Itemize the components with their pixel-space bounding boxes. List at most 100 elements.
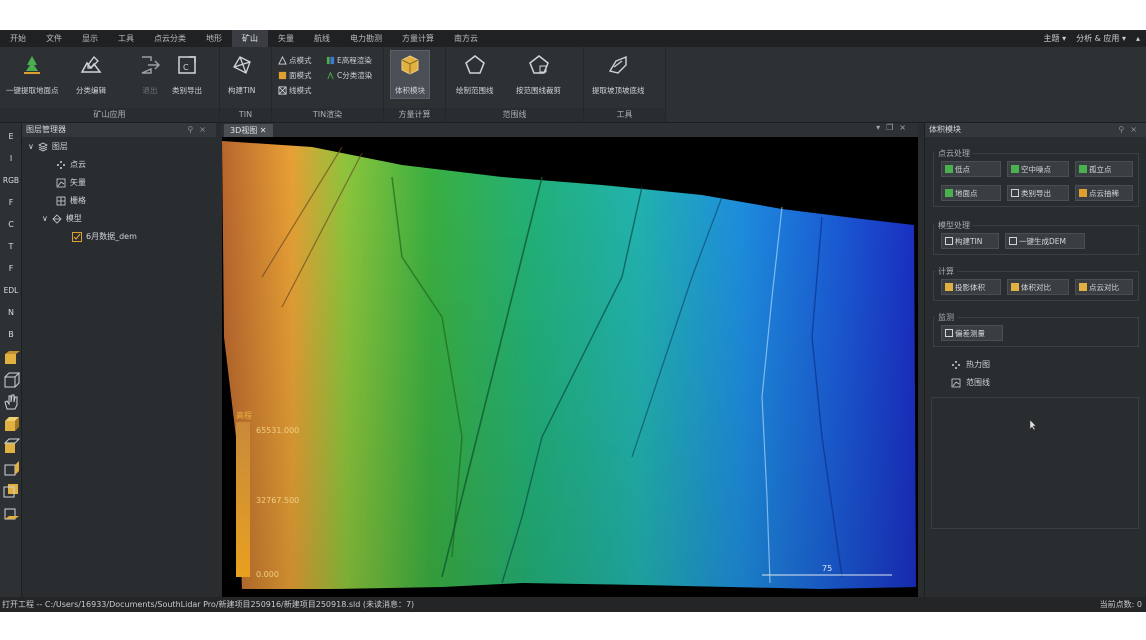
tool-elevation[interactable]: E	[2, 127, 20, 145]
face-mode-button[interactable]: 面模式	[278, 70, 312, 81]
chevron-down-icon[interactable]: ∨	[42, 214, 48, 223]
close-icon[interactable]: ✕	[260, 126, 267, 135]
tree-item-raster[interactable]: 栅格	[56, 195, 86, 206]
tree-item-pointcloud[interactable]: 点云	[56, 159, 86, 170]
cloud-compare-button[interactable]: 点云对比	[1075, 279, 1133, 295]
cube-back-icon[interactable]	[2, 481, 20, 499]
analysis-menu[interactable]: 分析 & 应用 ▾	[1076, 33, 1126, 44]
low-point-button[interactable]: 低点	[941, 161, 1001, 177]
list-item-heatmap[interactable]: 热力图	[951, 359, 990, 370]
menu-start[interactable]: 开始	[0, 30, 36, 47]
legend-title: 高程	[236, 410, 252, 420]
tool-blend[interactable]: B	[2, 325, 20, 343]
list-item-boundary[interactable]: 范围线	[951, 377, 990, 388]
tab-3d-view[interactable]: 3D视图 ✕	[224, 124, 273, 137]
menu-mine[interactable]: 矿山	[232, 30, 268, 47]
menu-tools[interactable]: 工具	[108, 30, 144, 47]
tool-flag[interactable]: F	[2, 259, 20, 277]
class-export-button[interactable]: C 类别导出	[172, 53, 202, 96]
thin-cloud-button[interactable]: 点云抽稀	[1075, 185, 1133, 201]
ribbon-group-label: 工具	[584, 108, 665, 122]
tree-root[interactable]: ∨ 图层	[28, 141, 68, 152]
tool-edl[interactable]: EDL	[2, 281, 20, 299]
cube-front-icon[interactable]	[2, 349, 20, 367]
pentagon-icon	[464, 55, 485, 74]
menu-vector[interactable]: 矢量	[268, 30, 304, 47]
classify-edit-button[interactable]: 分类编辑	[76, 53, 106, 96]
menu-cloud[interactable]: 南方云	[444, 30, 488, 47]
collapse-ribbon-button[interactable]: ▴	[1136, 34, 1140, 43]
tool-filter[interactable]: F	[2, 193, 20, 211]
tin-mesh-icon	[945, 237, 953, 245]
section-title-monitor: 监测	[935, 312, 957, 323]
section-title-point-cloud: 点云处理	[935, 148, 973, 159]
view-window-controls[interactable]: ▾❐×	[876, 123, 912, 132]
ribbon-group-tools: 提取坡顶坡底线 工具	[584, 47, 666, 123]
panel-controls[interactable]: ⚲×	[1118, 123, 1143, 137]
volume-compare-button[interactable]: 体积对比	[1007, 279, 1069, 295]
tree-item-model[interactable]: ∨ 模型	[42, 213, 82, 224]
scale-label: 75	[822, 564, 832, 573]
theme-menu[interactable]: 主题 ▾	[1044, 33, 1067, 44]
extract-ground-button[interactable]: 一键提取地面点	[6, 53, 59, 96]
tree-item-vector[interactable]: 矢量	[56, 177, 86, 188]
tree-ground-icon	[24, 56, 41, 74]
menu-terrain[interactable]: 地形	[196, 30, 232, 47]
filter-icon	[945, 165, 953, 173]
thin-icon	[1079, 189, 1087, 197]
cube-left-icon[interactable]	[2, 437, 20, 455]
draw-boundary-button[interactable]: 绘制范围线	[456, 53, 494, 96]
build-tin-button[interactable]: 构建TIN	[228, 53, 255, 96]
menu-display[interactable]: 显示	[72, 30, 108, 47]
projection-volume-button[interactable]: 投影体积	[941, 279, 1001, 295]
tool-class[interactable]: C	[2, 215, 20, 233]
elevation-render-button[interactable]: E高程渲染	[326, 55, 372, 66]
checkbox-checked-icon[interactable]	[72, 231, 82, 242]
menu-power[interactable]: 电力勘测	[340, 30, 392, 47]
clip-by-boundary-button[interactable]: 按范围线裁剪	[516, 53, 561, 96]
application-window: 开始 文件 显示 工具 点云分类 地形 矿山 矢量 航线 电力勘测 方量计算 南…	[0, 30, 1146, 612]
section-title-calc: 计算	[935, 266, 957, 277]
menu-file[interactable]: 文件	[36, 30, 72, 47]
tool-normal[interactable]: N	[2, 303, 20, 321]
class-render-button[interactable]: C分类渲染	[326, 70, 372, 81]
panel-controls[interactable]: ⚲×	[187, 123, 212, 137]
isolated-point-button[interactable]: 孤立点	[1075, 161, 1133, 177]
filter-icon	[1011, 165, 1019, 173]
ruler-icon	[945, 329, 953, 337]
elevation-legend-bar	[236, 422, 250, 577]
ground-point-button[interactable]: 地面点	[941, 185, 1001, 201]
menu-bar: 开始 文件 显示 工具 点云分类 地形 矿山 矢量 航线 电力勘测 方量计算 南…	[0, 30, 1146, 47]
cube-bottom-icon[interactable]	[2, 503, 20, 521]
chevron-down-icon[interactable]: ∨	[28, 142, 34, 151]
cube-right-icon[interactable]	[2, 459, 20, 477]
tool-intensity[interactable]: I	[2, 149, 20, 167]
tool-time[interactable]: T	[2, 237, 20, 255]
terrain-3d-view[interactable]: 高程 65531.000 32767.500 0.000 75	[222, 137, 918, 597]
line-mode-button[interactable]: 线模式	[278, 85, 312, 96]
slope-line-icon	[609, 55, 627, 74]
cube-icon	[945, 283, 953, 291]
ribbon: 一键提取地面点 分类编辑 退出 C 类别导出 矿山应用 构建TIN TIN 点模…	[0, 47, 1146, 123]
air-noise-button[interactable]: 空中噪点	[1007, 161, 1069, 177]
ribbon-group-tin: 构建TIN TIN	[220, 47, 272, 123]
generate-dem-button[interactable]: 一键生成DEM	[1005, 233, 1085, 249]
build-tin-panel-button[interactable]: 构建TIN	[941, 233, 999, 249]
menu-classify[interactable]: 点云分类	[144, 30, 196, 47]
cube-top-icon[interactable]	[2, 415, 20, 433]
menu-route[interactable]: 航线	[304, 30, 340, 47]
tool-rgb[interactable]: RGB	[2, 171, 20, 189]
cube-wire-icon[interactable]	[2, 371, 20, 389]
hand-pan-icon[interactable]	[2, 393, 20, 411]
model-icon	[52, 213, 62, 224]
section-title-model: 模型处理	[935, 220, 973, 231]
deviation-measure-button[interactable]: 偏差测量	[941, 325, 1003, 341]
extract-slope-lines-button[interactable]: 提取坡顶坡底线	[592, 53, 645, 96]
menu-volume[interactable]: 方量计算	[392, 30, 444, 47]
point-mode-button[interactable]: 点模式	[278, 55, 312, 66]
exit-button[interactable]: 退出	[138, 53, 162, 96]
exit-icon	[141, 56, 161, 74]
volume-module-button[interactable]: 体积模块	[390, 50, 430, 99]
tree-item-dem[interactable]: 6月数据_dem	[72, 231, 137, 242]
class-export-panel-button[interactable]: 类别导出	[1007, 185, 1069, 201]
